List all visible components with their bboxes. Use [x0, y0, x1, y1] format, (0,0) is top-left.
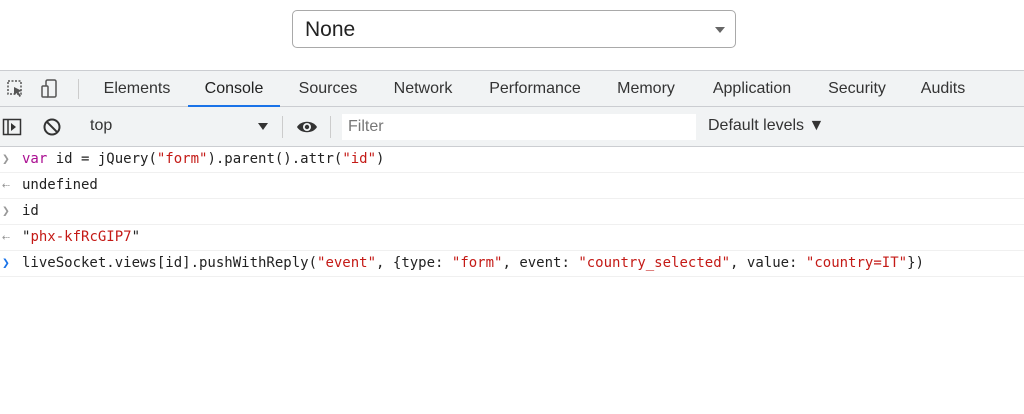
- log-levels-dropdown[interactable]: Default levels ▼: [708, 117, 824, 135]
- console-prompt-text[interactable]: liveSocket.views[id].pushWithReply("even…: [22, 251, 924, 276]
- tab-network[interactable]: Network: [384, 71, 462, 106]
- output-arrow-icon: ⇠: [2, 178, 10, 193]
- dropdown-select[interactable]: None: [292, 10, 736, 48]
- console-output-line: ⇠ "phx-kfRcGIP7": [0, 225, 1024, 251]
- input-chevron-icon: ❯: [2, 152, 10, 167]
- console-input-line: ❯ var id = jQuery("form").parent().attr(…: [0, 147, 1024, 173]
- console-input-text: var id = jQuery("form").parent().attr("i…: [22, 151, 385, 167]
- clear-console-icon[interactable]: [42, 117, 62, 137]
- sidebar-toggle-icon[interactable]: [2, 117, 22, 137]
- tab-application[interactable]: Application: [702, 71, 802, 106]
- console-filterbar: top Default levels ▼: [0, 107, 1024, 147]
- toolbar-divider: [282, 116, 283, 138]
- tab-security[interactable]: Security: [818, 71, 896, 106]
- console-output-text: undefined: [22, 177, 98, 193]
- console-prompt-line[interactable]: ❯ liveSocket.views[id].pushWithReply("ev…: [0, 251, 1024, 277]
- filter-input[interactable]: [342, 114, 696, 140]
- toolbar-divider: [78, 79, 79, 99]
- page-area: None: [0, 0, 1024, 70]
- console-output[interactable]: ❯ var id = jQuery("form").parent().attr(…: [0, 147, 1024, 277]
- context-dropdown-icon[interactable]: [258, 123, 268, 130]
- tab-sources[interactable]: Sources: [290, 71, 366, 106]
- eye-icon[interactable]: [296, 117, 318, 137]
- console-output-line: ⇠ undefined: [0, 173, 1024, 199]
- prompt-chevron-icon: ❯: [2, 256, 10, 271]
- tab-memory[interactable]: Memory: [608, 71, 684, 106]
- devtools-tabbar: Elements Console Sources Network Perform…: [0, 70, 1024, 107]
- dropdown-value: None: [305, 18, 356, 41]
- tab-elements[interactable]: Elements: [94, 71, 180, 106]
- chevron-down-icon: [715, 27, 725, 33]
- input-chevron-icon: ❯: [2, 204, 10, 219]
- output-arrow-icon: ⇠: [2, 230, 10, 245]
- inspect-element-icon[interactable]: [6, 79, 26, 99]
- toolbar-divider: [330, 116, 331, 138]
- console-output-text: "phx-kfRcGIP7": [22, 229, 141, 245]
- tab-console[interactable]: Console: [188, 71, 280, 107]
- device-toolbar-icon[interactable]: [40, 79, 60, 99]
- tab-performance[interactable]: Performance: [480, 71, 590, 106]
- tab-audits[interactable]: Audits: [912, 71, 974, 106]
- context-selector[interactable]: top: [90, 117, 112, 135]
- console-input-line: ❯ id: [0, 199, 1024, 225]
- console-input-text: id: [22, 203, 39, 219]
